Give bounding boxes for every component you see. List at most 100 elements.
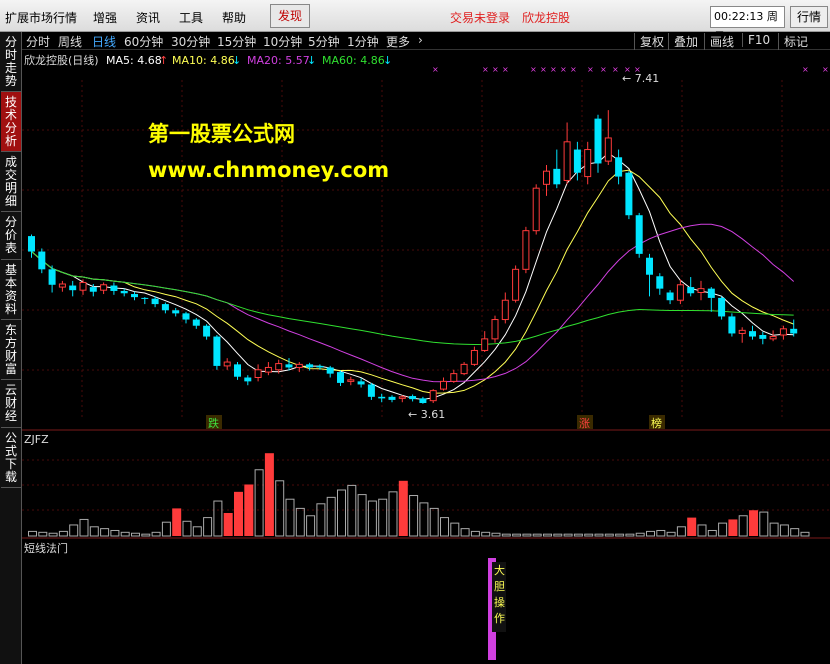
candle-body <box>58 283 66 288</box>
signal-dot-icon: × <box>600 65 607 74</box>
draw-line-button[interactable]: 画线 <box>704 33 739 50</box>
period-5min[interactable]: 5分钟 <box>308 33 340 50</box>
candle-body <box>378 396 386 399</box>
candle-body <box>563 141 571 181</box>
period-60min[interactable]: 60分钟 <box>124 33 163 50</box>
zjfz-bar <box>234 491 243 536</box>
zjfz-bar <box>769 522 779 537</box>
tab-price-table[interactable]: 分价表 <box>1 212 21 260</box>
period-10min[interactable]: 10分钟 <box>263 33 302 50</box>
zjfz-bar <box>151 531 161 537</box>
candle-body <box>89 287 97 292</box>
signal-dot-icon: × <box>482 65 489 74</box>
quote-button[interactable]: 行情 <box>790 6 828 28</box>
low-price-label: ← 3.61 <box>408 408 445 421</box>
tab-time-share[interactable]: 分时走势 <box>1 32 21 92</box>
candle-body <box>38 251 46 270</box>
candle-body <box>687 287 695 294</box>
candle-body <box>337 372 344 383</box>
period-15min[interactable]: 15分钟 <box>217 33 256 50</box>
tab-eastmoney[interactable]: 东方财富 <box>1 320 21 380</box>
period-daily[interactable]: 日线 <box>92 33 116 50</box>
signal-dot-icon: × <box>587 65 594 74</box>
candle-body <box>161 304 169 311</box>
ma20-down-arrow-icon: ↓ <box>307 54 316 67</box>
zjfz-bar <box>295 507 305 537</box>
menu-item-tools[interactable]: 工具 <box>179 9 203 26</box>
chevron-right-icon[interactable]: › <box>418 33 423 47</box>
zjfz-bar <box>532 533 542 537</box>
candle-body <box>635 215 643 254</box>
zjfz-bar <box>676 526 686 537</box>
candle-body <box>172 310 180 314</box>
candle-body <box>388 396 396 400</box>
candle-body <box>553 168 561 185</box>
period-30min[interactable]: 30分钟 <box>171 33 210 50</box>
discover-button[interactable]: 发现 <box>270 4 310 28</box>
watermark-url: www.chnmoney.com <box>148 158 390 182</box>
period-time-share[interactable]: 分时 <box>26 33 50 50</box>
period-weekly[interactable]: 周线 <box>58 33 82 50</box>
tab-technical-analysis[interactable]: 技术分析 <box>1 92 21 152</box>
candle-body <box>131 294 138 298</box>
candle-body <box>28 236 35 252</box>
zjfz-bar <box>367 500 377 537</box>
zjfz-bar <box>460 528 470 537</box>
ma10-down-arrow-icon: ↓ <box>232 54 241 67</box>
zjfz-bar <box>89 526 99 537</box>
menu-item-extended-market[interactable]: 扩展市场行情 <box>5 9 77 26</box>
chart-area[interactable]: × × × × × × × × × × × × × × × × 欣龙控股(日线) MA5: 4.68 ↑ MA… <box>22 50 830 664</box>
overlay-button[interactable]: 叠加 <box>668 33 703 50</box>
zjfz-bar <box>501 533 511 537</box>
candle-body <box>151 298 159 305</box>
candle-body <box>100 284 108 291</box>
zjfz-bar <box>512 533 522 537</box>
stock-link[interactable]: 欣龙控股 <box>522 9 570 26</box>
zjfz-bar <box>141 533 151 537</box>
zjfz-bar <box>347 484 357 537</box>
zjfz-bar <box>357 494 367 537</box>
zhang-badge: 涨 <box>579 417 590 430</box>
zjfz-bar <box>470 530 480 537</box>
candle-body <box>398 396 406 399</box>
candle-body <box>409 396 417 400</box>
zjfz-bar <box>38 531 48 537</box>
candle-body <box>522 230 530 270</box>
signal-dot-icon: × <box>802 65 809 74</box>
candle-body <box>543 170 550 185</box>
watermark-title: 第一股票公式网 <box>148 122 295 146</box>
menu-item-enhance[interactable]: 增强 <box>93 9 117 26</box>
login-status[interactable]: 交易未登录 <box>450 9 510 26</box>
adjust-rights-button[interactable]: 复权 <box>634 33 669 50</box>
zjfz-bar <box>759 511 769 537</box>
menu-item-help[interactable]: 帮助 <box>222 9 246 26</box>
candle-body <box>79 281 87 291</box>
ma5-legend: MA5: 4.68 <box>106 54 162 67</box>
signal-dot-icon: × <box>550 65 557 74</box>
candle-body <box>646 257 653 275</box>
candle-body <box>429 390 437 402</box>
f10-button[interactable]: F10 <box>742 33 775 47</box>
candle-body <box>707 288 715 298</box>
candle-body <box>110 285 118 291</box>
period-1min[interactable]: 1分钟 <box>347 33 379 50</box>
zjfz-bar <box>110 529 120 537</box>
tab-formula-download[interactable]: 公式下载 <box>1 428 21 488</box>
zjfz-bar-series <box>28 453 810 537</box>
candle-body <box>275 363 283 371</box>
side-tab-bar: 分时走势 技术分析 成交明细 分价表 基本资料 东方财富 云财经 公式下载 <box>0 32 22 664</box>
tab-cloud-finance[interactable]: 云财经 <box>1 380 21 428</box>
candle-body <box>213 336 221 366</box>
zjfz-bar <box>604 533 614 537</box>
menu-item-news[interactable]: 资讯 <box>136 9 160 26</box>
tab-basic-info[interactable]: 基本资料 <box>1 260 21 320</box>
zjfz-bar <box>481 531 491 537</box>
candle-body <box>316 365 324 368</box>
ma10-line <box>31 169 794 394</box>
period-more[interactable]: 更多 <box>386 33 410 50</box>
zjfz-bar <box>429 507 439 537</box>
clock: 00:22:13 周日 <box>710 6 785 43</box>
zjfz-bar <box>48 532 58 537</box>
tab-trade-detail[interactable]: 成交明细 <box>1 152 21 212</box>
mark-button[interactable]: 标记 <box>778 33 813 50</box>
